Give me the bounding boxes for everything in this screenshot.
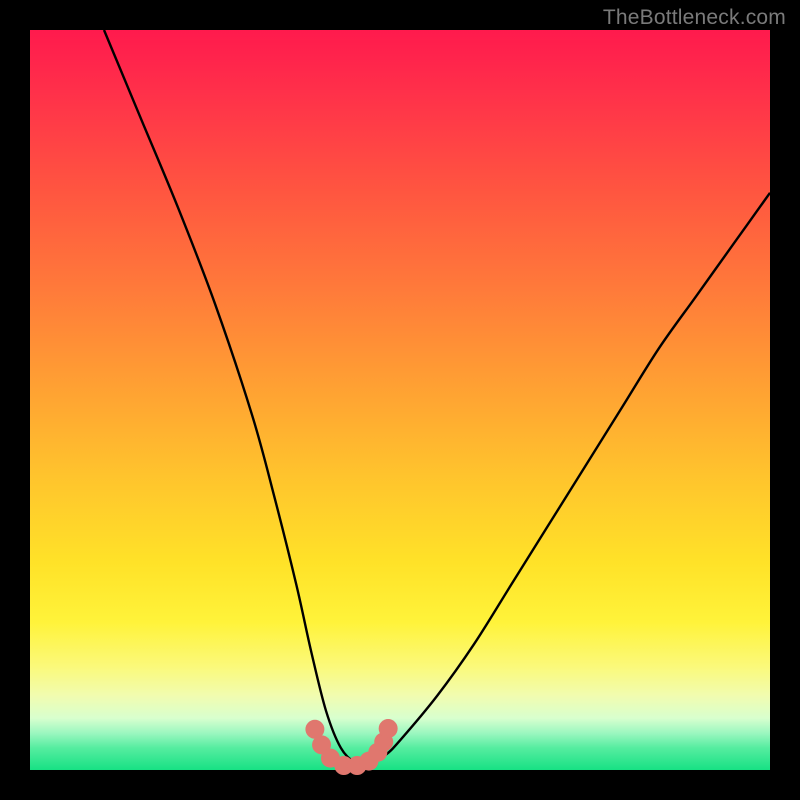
watermark-text: TheBottleneck.com: [603, 6, 786, 30]
plot-area: [30, 30, 770, 770]
bottleneck-curve: [104, 30, 770, 764]
chart-svg: [30, 30, 770, 770]
chart-frame: TheBottleneck.com: [0, 0, 800, 800]
bottleneck-curve-path: [104, 30, 770, 764]
trough-markers: [305, 719, 397, 775]
trough-marker: [379, 719, 398, 738]
